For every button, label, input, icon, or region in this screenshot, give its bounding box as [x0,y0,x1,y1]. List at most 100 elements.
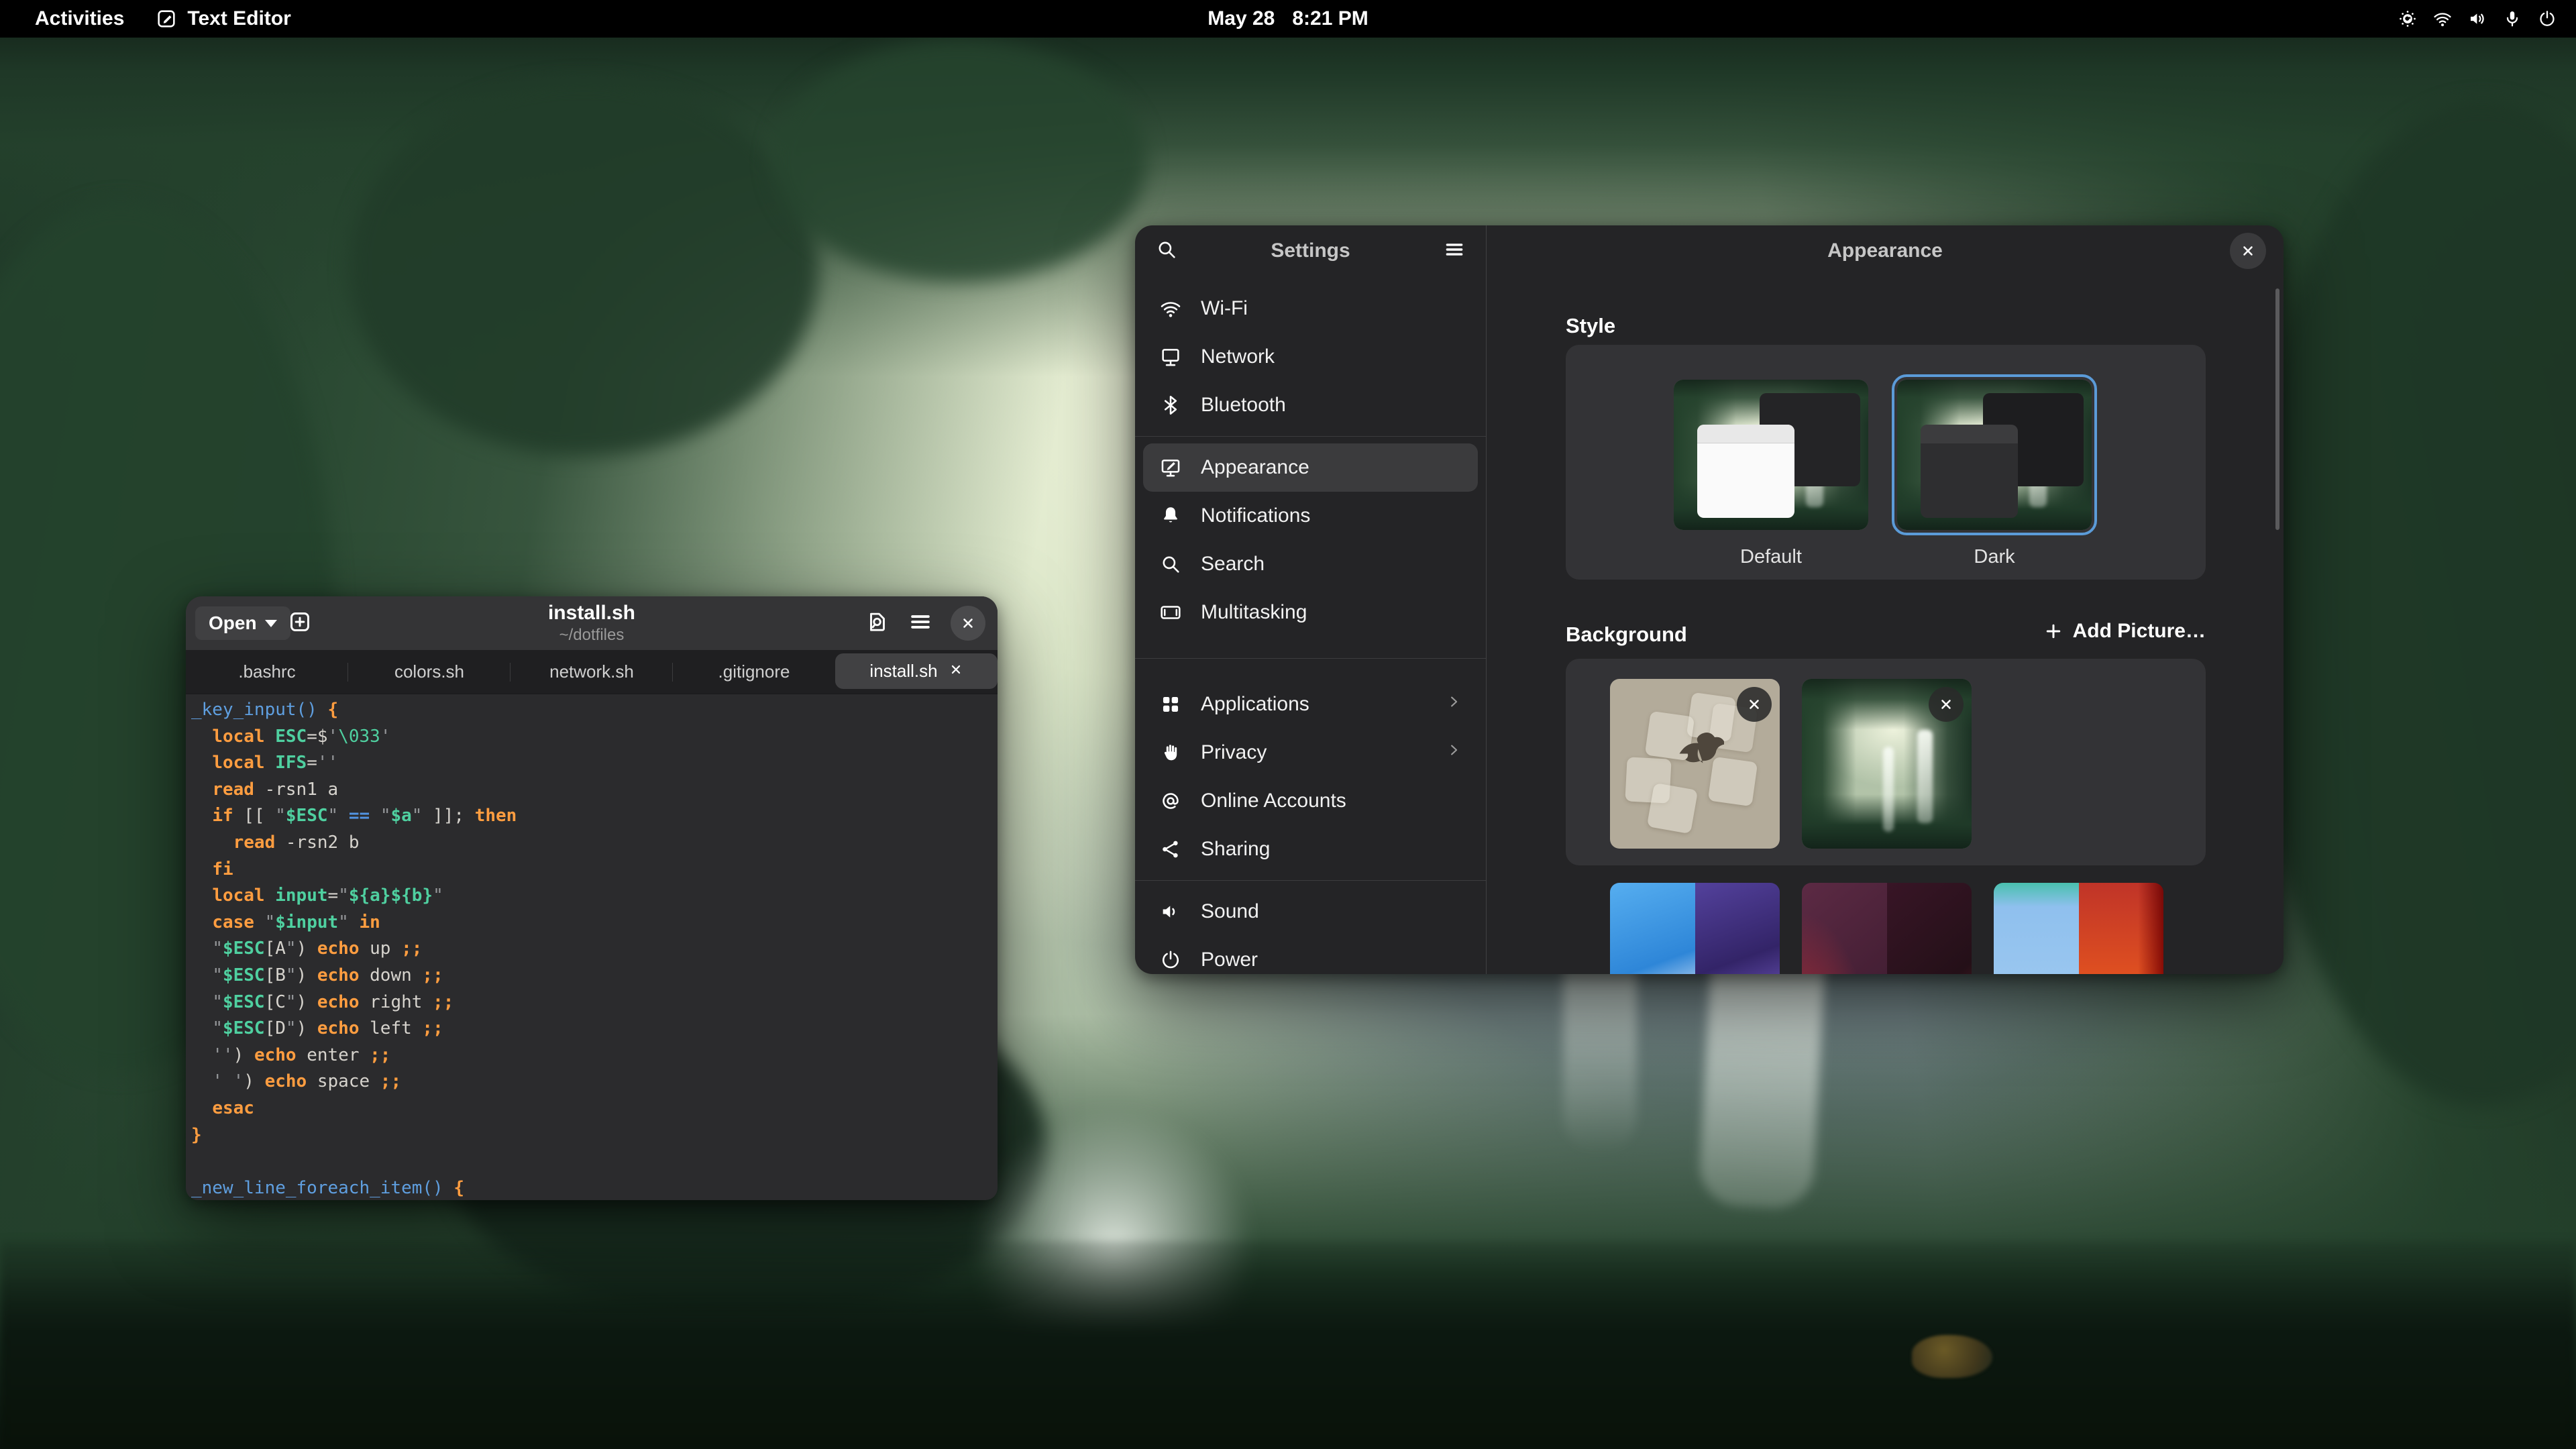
text-editor-window: Open install.sh ~/dotfiles .bashrccolors… [186,596,998,1200]
sidebar-list: Wi-FiNetworkBluetooth Appearance Notificat… [1135,276,1486,974]
code-line: fi [191,857,998,883]
wallpaper-trees [771,40,1147,282]
code-line: _key_input() { [191,697,998,724]
tab-label: colors.sh [394,661,464,682]
activities-button[interactable]: Activities [23,7,136,30]
sidebar-item-network[interactable]: Network [1143,333,1478,381]
open-document-button[interactable]: Open [195,606,290,640]
style-option-default[interactable] [1674,380,1868,530]
tab-.bashrc[interactable]: .bashrc [186,650,348,694]
hamburger-menu-icon[interactable] [1443,238,1466,264]
text-editor-icon [155,7,178,30]
sidebar-item-bluetooth[interactable]: Bluetooth [1143,381,1478,429]
tab-install.sh[interactable]: install.sh [835,653,998,689]
sidebar-item-privacy[interactable]: Privacy [1143,729,1478,777]
power-icon[interactable] [2537,9,2557,29]
sidebar-item-label: Privacy [1201,741,1267,764]
wifi-icon[interactable] [2432,9,2453,29]
search-icon[interactable] [1155,238,1178,264]
sidebar-item-sharing[interactable]: Sharing [1143,825,1478,873]
sidebar-item-notifications[interactable]: Notifications [1143,492,1478,540]
brightness-icon[interactable] [2398,9,2418,29]
code-line: case "$input" in [191,910,998,936]
top-bar: Activities Text Editor May 28 8:21 PM [0,0,2576,38]
panel-title: Appearance [1827,239,1943,262]
close-window-button[interactable] [951,606,985,641]
add-picture-button[interactable]: Add Picture… [2043,620,2206,643]
sidebar-item-label: Online Accounts [1201,790,1346,812]
sidebar-item-appearance[interactable]: Appearance [1143,443,1478,492]
mini-window-header [1697,425,1794,443]
sidebar-item-label: Multitasking [1201,601,1307,624]
tab-label: network.sh [549,661,634,682]
remove-background-button[interactable] [1737,687,1772,722]
add-picture-label: Add Picture… [2073,620,2206,643]
speaker-icon [1159,900,1183,923]
microphone-icon[interactable] [2502,9,2522,29]
style-card: Default Dark [1566,345,2206,580]
style-option-dark[interactable] [1897,380,2092,530]
appearance-panel: Appearance Style Default [1487,225,2284,974]
code-line: } [191,1122,998,1149]
network-icon [1159,345,1183,368]
tab-.gitignore[interactable]: .gitignore [673,650,835,694]
sidebar-separator [1135,658,1486,659]
mini-window-front [1921,425,2018,518]
new-tab-button[interactable] [286,608,316,638]
editor-actions [865,606,985,641]
code-line: "$ESC[D") echo left ;; [191,1016,998,1042]
sidebar-item-multitasking[interactable]: Multitasking [1143,588,1478,637]
sidebar-item-power[interactable]: Power [1143,936,1478,974]
wallpaper-tile-blue-orange[interactable] [1994,883,2163,974]
code-line [191,1148,998,1175]
focused-app-menu[interactable]: Text Editor [155,7,290,30]
system-status-area[interactable] [2398,9,2557,29]
sidebar-item-search[interactable]: Search [1143,540,1478,588]
background-card [1566,659,2206,865]
sidebar-item-wi-fi[interactable]: Wi-Fi [1143,284,1478,333]
panel-headerbar: Appearance [1487,225,2284,276]
sidebar-item-applications[interactable]: Applications [1143,680,1478,729]
settings-window: Settings Wi-FiNetworkBluetoothAppearance… [1135,225,2284,974]
document-search-button[interactable] [865,609,890,638]
code-line: "$ESC[C") echo right ;; [191,989,998,1016]
chevron-right-icon [1444,692,1463,716]
code-line: ' ') echo space ;; [191,1069,998,1095]
hamburger-menu-icon[interactable] [908,609,933,638]
style-dark-label: Dark [1897,546,2092,568]
wallpaper-tile-red-maroon[interactable] [1802,883,1972,974]
code-line: "$ESC[A") echo up ;; [191,936,998,963]
search-icon [1159,553,1183,576]
apps-icon [1159,693,1183,716]
code-editor[interactable]: _key_input() { local ESC=$'\033' local I… [186,694,998,1200]
tab-bar: .bashrc colors.sh network.sh .gitignore inst… [186,650,998,694]
background-thumb-tiles-dragon[interactable] [1610,679,1780,849]
tab-label: .gitignore [718,661,790,682]
sidebar-item-label: Appearance [1201,456,1309,479]
close-settings-button[interactable] [2230,233,2266,269]
bluetooth-icon [1159,394,1183,417]
clock[interactable]: May 28 8:21 PM [1208,7,1368,30]
wallpaper-rocks [0,1241,2576,1449]
close-tab-icon[interactable] [949,661,963,682]
sidebar-item-online-accounts[interactable]: Online Accounts [1143,777,1478,825]
scrollbar[interactable] [2275,288,2279,530]
tab-colors.sh[interactable]: colors.sh [348,650,511,694]
volume-icon[interactable] [2467,9,2487,29]
settings-sidebar: Settings Wi-FiNetworkBluetooth Appearance… [1135,225,1486,974]
wallpaper-tile-blue-purple[interactable] [1610,883,1780,974]
code-line: read -rsn2 b [191,830,998,857]
sidebar-separator [1135,436,1486,437]
sidebar-item-label: Search [1201,553,1265,576]
background-thumb-forest[interactable] [1802,679,1972,849]
sidebar-item-label: Notifications [1201,504,1310,527]
code-line: local ESC=$'\033' [191,724,998,751]
tab-network.sh[interactable]: network.sh [511,650,673,694]
focused-app-name: Text Editor [187,7,290,30]
style-section-label: Style [1566,314,1615,338]
sidebar-item-label: Power [1201,949,1258,971]
settings-title: Settings [1271,239,1350,262]
style-default-label: Default [1674,546,1868,568]
sidebar-item-sound[interactable]: Sound [1143,888,1478,936]
remove-background-button[interactable] [1929,687,1964,722]
